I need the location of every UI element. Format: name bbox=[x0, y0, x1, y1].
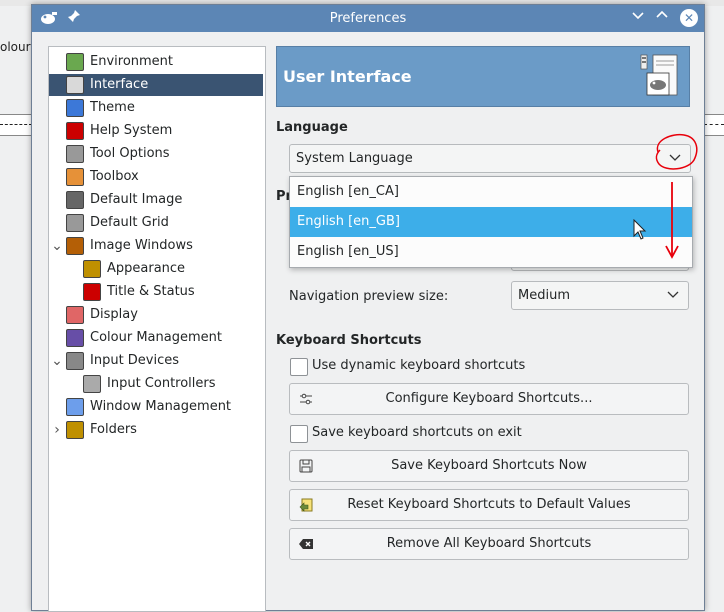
expander-open-icon[interactable]: ⌄ bbox=[51, 235, 63, 257]
default-image-icon bbox=[66, 191, 84, 209]
sidebar-item-default-image[interactable]: Default Image bbox=[49, 189, 263, 211]
sidebar-item-default-grid[interactable]: Default Grid bbox=[49, 212, 263, 234]
default-grid-icon bbox=[66, 214, 84, 232]
interface-icon bbox=[66, 76, 84, 94]
environment-icon bbox=[66, 53, 84, 71]
title-status-icon bbox=[83, 283, 101, 301]
sidebar-item-label: Interface bbox=[90, 77, 149, 92]
expander-open-icon[interactable]: ⌄ bbox=[51, 350, 63, 372]
window-management-icon bbox=[66, 398, 84, 416]
sidebar-item-label: Title & Status bbox=[107, 284, 195, 299]
sidebar-item-tool-options[interactable]: Tool Options bbox=[49, 143, 263, 165]
sidebar-item-label: Tool Options bbox=[90, 146, 170, 161]
dialog-title: Preferences bbox=[329, 11, 407, 26]
sidebar-item-label: Input Devices bbox=[90, 353, 180, 368]
sidebar-item-label: Default Grid bbox=[90, 215, 169, 230]
sidebar-item-toolbox[interactable]: Toolbox bbox=[49, 166, 263, 188]
chevron-down-icon[interactable] bbox=[668, 150, 682, 168]
remove-all-shortcuts-label: Remove All Keyboard Shortcuts bbox=[386, 536, 592, 551]
reset-shortcuts-button[interactable]: Reset Keyboard Shortcuts to Default Valu… bbox=[289, 489, 689, 521]
sidebar-item-label: Image Windows bbox=[90, 238, 193, 253]
language-option[interactable]: English [en_US] bbox=[290, 237, 692, 267]
sidebar-item-title-status[interactable]: Title & Status bbox=[49, 281, 263, 303]
language-option[interactable]: English [en_CA] bbox=[290, 177, 692, 207]
preferences-dialog: Preferences ✕ Environment Interface Theme H… bbox=[31, 4, 705, 612]
remove-all-shortcuts-button[interactable]: Remove All Keyboard Shortcuts bbox=[289, 528, 689, 560]
colour-management-icon bbox=[66, 329, 84, 347]
configure-shortcuts-label: Configure Keyboard Shortcuts... bbox=[385, 391, 593, 406]
sidebar-item-colour-management[interactable]: Colour Management bbox=[49, 327, 263, 349]
input-devices-icon bbox=[66, 352, 84, 370]
help-system-icon bbox=[66, 122, 84, 140]
background-ruler-right bbox=[704, 114, 724, 136]
sidebar-item-input-devices[interactable]: Input Devices ⌄ bbox=[49, 350, 263, 372]
sidebar-item-theme[interactable]: Theme bbox=[49, 97, 263, 119]
sidebar-item-input-controllers[interactable]: Input Controllers bbox=[49, 373, 263, 395]
page-title: User Interface bbox=[283, 67, 412, 86]
navigation-preview-select[interactable]: Medium bbox=[511, 281, 689, 310]
toolbox-icon bbox=[66, 168, 84, 186]
sidebar-item-interface[interactable]: Interface bbox=[49, 74, 263, 96]
sidebar-item-label: Input Controllers bbox=[107, 376, 216, 391]
appearance-icon bbox=[83, 260, 101, 278]
keyboard-shortcuts-heading: Keyboard Shortcuts bbox=[276, 333, 422, 348]
navigation-preview-label: Navigation preview size: bbox=[289, 289, 449, 304]
background-ruler-left bbox=[0, 114, 32, 136]
page-banner: User Interface bbox=[276, 46, 690, 107]
sidebar-item-label: Environment bbox=[90, 54, 174, 69]
reset-shortcuts-label: Reset Keyboard Shortcuts to Default Valu… bbox=[347, 497, 631, 512]
input-controllers-icon bbox=[83, 375, 101, 393]
chevron-down-icon[interactable] bbox=[666, 287, 680, 305]
sidebar-item-appearance[interactable]: Appearance bbox=[49, 258, 263, 280]
save-shortcuts-now-button[interactable]: Save Keyboard Shortcuts Now bbox=[289, 450, 689, 482]
language-dropdown-list: English [en_CA] English [en_GB] English … bbox=[289, 176, 693, 268]
sidebar-item-label: Display bbox=[90, 307, 138, 322]
sidebar-item-display[interactable]: Display bbox=[49, 304, 263, 326]
sidebar-item-label: Folders bbox=[90, 422, 137, 437]
sidebar-item-folders[interactable]: Folders › bbox=[49, 419, 263, 441]
sidebar-item-label: Window Management bbox=[90, 399, 232, 414]
dynamic-shortcuts-checkbox[interactable] bbox=[290, 358, 308, 376]
sidebar-item-label: Appearance bbox=[107, 261, 186, 276]
configure-shortcuts-button[interactable]: Configure Keyboard Shortcuts... bbox=[289, 383, 689, 415]
language-heading: Language bbox=[276, 120, 348, 135]
tool-options-icon bbox=[66, 145, 84, 163]
user-interface-icon bbox=[640, 54, 678, 96]
sidebar-item-label: Theme bbox=[90, 100, 135, 115]
save-on-exit-checkbox[interactable] bbox=[290, 425, 308, 443]
sidebar-item-label: Help System bbox=[90, 123, 173, 138]
chevron-up-icon[interactable] bbox=[652, 9, 672, 27]
language-option-highlighted[interactable]: English [en_GB] bbox=[290, 207, 692, 237]
sidebar-item-environment[interactable]: Environment bbox=[49, 51, 263, 73]
language-select[interactable]: System Language bbox=[289, 144, 691, 173]
expander-closed-icon[interactable]: › bbox=[51, 419, 63, 441]
chevron-down-icon[interactable] bbox=[628, 9, 648, 27]
theme-icon bbox=[66, 99, 84, 117]
save-shortcuts-now-label: Save Keyboard Shortcuts Now bbox=[391, 458, 587, 473]
close-icon[interactable]: ✕ bbox=[680, 9, 698, 27]
preferences-category-tree: Environment Interface Theme Help System Tool… bbox=[48, 46, 266, 612]
sidebar-item-image-windows[interactable]: Image Windows ⌄ bbox=[49, 235, 263, 257]
sidebar-item-label: Default Image bbox=[90, 192, 183, 207]
sidebar-item-label: Toolbox bbox=[90, 169, 139, 184]
sidebar-item-window-management[interactable]: Window Management bbox=[49, 396, 263, 418]
image-windows-icon bbox=[66, 237, 84, 255]
display-icon bbox=[66, 306, 84, 324]
save-on-exit-label[interactable]: Save keyboard shortcuts on exit bbox=[312, 425, 522, 440]
language-select-value: System Language bbox=[296, 151, 413, 166]
titlebar: Preferences ✕ bbox=[32, 5, 704, 32]
sidebar-item-help-system[interactable]: Help System bbox=[49, 120, 263, 142]
sidebar-item-label: Colour Management bbox=[90, 330, 222, 345]
dynamic-shortcuts-label[interactable]: Use dynamic keyboard shortcuts bbox=[312, 358, 525, 373]
navigation-preview-value: Medium bbox=[518, 288, 570, 303]
folders-icon bbox=[66, 421, 84, 439]
